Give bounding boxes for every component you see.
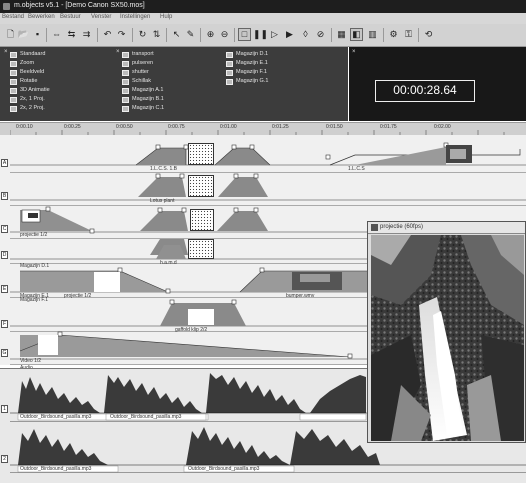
object-item[interactable]: shutter	[122, 69, 149, 76]
cursor-icon[interactable]: ↖	[170, 28, 183, 41]
projection-title: projectie (60fps)	[380, 224, 424, 230]
open-icon[interactable]: 📂	[17, 28, 30, 41]
save-icon[interactable]: ▪	[31, 28, 44, 41]
clip-thumbnail[interactable]	[188, 175, 214, 197]
track-title: Magazijn D.1	[20, 263, 50, 269]
object-item[interactable]: Magazijn G.1	[226, 78, 268, 85]
menu-bewerken[interactable]: Bewerken	[28, 14, 55, 20]
object-item[interactable]: 2x, 2 Proj.	[10, 105, 45, 112]
clip-label: 1.L.C.S. 1.B	[150, 166, 177, 172]
clip-thumbnail[interactable]	[188, 143, 214, 165]
window-title: m.objects v5.1 - [Demo Canon SX50.mos]	[14, 2, 145, 9]
waterfall-picture	[371, 235, 524, 441]
key-icon[interactable]: ⚿	[402, 28, 415, 41]
timeline-icon[interactable]: ▦	[335, 28, 348, 41]
audio-clip-label: Outdoor_Birdsound_pasilla.mp3	[110, 414, 182, 420]
close-icon[interactable]: ×	[4, 49, 8, 55]
undo-icon[interactable]: ↶	[101, 28, 114, 41]
new-file-icon[interactable]: 🗋	[4, 28, 17, 41]
close-icon[interactable]: ×	[116, 49, 120, 55]
object-item[interactable]: Standaard	[10, 51, 45, 58]
audio-clip-label: Outdoor_Birdsound_pasilla.mp3	[188, 466, 260, 472]
clip-label: projectie 1/2	[20, 232, 48, 238]
sync-icon[interactable]: ⇅	[150, 28, 163, 41]
object-item[interactable]: Magazijn C.1	[122, 105, 164, 112]
object-item[interactable]: 3D Animatie	[10, 87, 50, 94]
menu-instellingen[interactable]: Instellingen	[120, 14, 150, 20]
track-title: Magazijn F.1	[20, 297, 49, 303]
clip-label: h.a.m.d	[160, 260, 177, 266]
play-icon[interactable]: ▷	[268, 28, 281, 41]
projector-icon	[371, 224, 378, 231]
clip-label: projectie 1/2	[64, 293, 92, 299]
menu-bar: Bestand Bewerken Bestuur Venster Instell…	[0, 13, 526, 24]
object-item[interactable]: Rotatie	[10, 78, 37, 85]
clip-label: Lotus plant	[150, 198, 175, 204]
pen-icon[interactable]: ✎	[184, 28, 197, 41]
track-label: Video 1/2	[20, 358, 42, 364]
object-panel: × Standaard Zoom Beeldveld Rotatie 3D An…	[0, 47, 348, 121]
clip-label: bumper.wmv	[286, 293, 315, 299]
object-item[interactable]: 2x, 1 Proj.	[10, 96, 45, 103]
projection-titlebar[interactable]: projectie (60fps)	[368, 222, 525, 234]
timeline-ruler[interactable]: 0:00.10 0:00.25 0:00.50 0:00.75 0:01.00 …	[0, 122, 526, 136]
projection-window[interactable]: projectie (60fps)	[367, 221, 526, 443]
object-item[interactable]: Magazijn A.1	[122, 87, 164, 94]
clip-label: gaffold klip 2/2	[175, 327, 208, 333]
record-icon[interactable]: ▶	[283, 28, 296, 41]
split-icon[interactable]: ◧	[350, 28, 363, 41]
menu-venster[interactable]: Venster	[91, 14, 111, 20]
zoom-out-icon[interactable]: ⇆	[65, 28, 78, 41]
wrench-icon[interactable]: ⚙	[387, 28, 400, 41]
object-item[interactable]: pulseren	[122, 60, 153, 67]
pause-icon[interactable]: ❚❚	[253, 28, 268, 41]
title-bar: m.objects v5.1 - [Demo Canon SX50.mos]	[0, 0, 526, 13]
settings-icon[interactable]: ▥	[366, 28, 379, 41]
object-item[interactable]: Zoom	[10, 60, 34, 67]
audio-clip-label: Outdoor_Birdsound_pasilla.mp3	[20, 466, 92, 472]
object-item[interactable]: transport	[122, 51, 154, 58]
zoom-in-icon[interactable]: ⇔	[50, 28, 63, 41]
menu-bestand[interactable]: Bestand	[2, 14, 24, 20]
object-item[interactable]: Schillak	[122, 78, 151, 85]
redo-icon[interactable]: ↷	[115, 28, 128, 41]
loop-icon[interactable]: ↻	[136, 28, 149, 41]
toolbar: 🗋 📂 ▪ ⇔ ⇆ ⇉ ↶ ↷ ↻ ⇅ ↖ ✎ ⊕ ⊖ □ ❚❚ ▷ ▶ ◊ ⊘…	[0, 24, 526, 47]
close-icon[interactable]: ×	[352, 49, 356, 55]
menu-hulp[interactable]: Hulp	[160, 14, 172, 20]
clip-thumbnail[interactable]	[190, 209, 214, 231]
object-item[interactable]: Beeldveld	[10, 69, 44, 76]
audio-clip-label: Outdoor_Birdsound_pasilla.mp3	[20, 414, 92, 420]
clip-label: 1.L.C.S	[348, 166, 365, 172]
loop2-icon[interactable]: ⟲	[422, 28, 435, 41]
object-item[interactable]: Magazijn F.1	[226, 69, 267, 76]
zoom-tool-in-icon[interactable]: ⊕	[204, 28, 217, 41]
app-icon	[3, 3, 10, 10]
waterfall-image	[371, 235, 524, 441]
zoom-tool-out-icon[interactable]: ⊖	[218, 28, 231, 41]
lock-icon[interactable]: ◊	[299, 28, 312, 41]
grid-icon[interactable]: ⊘	[314, 28, 327, 41]
clip-thumbnail[interactable]	[188, 239, 214, 259]
object-item[interactable]: Magazijn B.1	[122, 96, 164, 103]
monitor-icon[interactable]: □	[238, 28, 251, 41]
timecode-display: 00:00:28.64	[375, 80, 475, 102]
menu-bestuur[interactable]: Bestuur	[60, 14, 81, 20]
object-item[interactable]: Magazijn E.1	[226, 60, 268, 67]
object-item[interactable]: Magazijn D.1	[226, 51, 268, 58]
zoom-fit-icon[interactable]: ⇉	[80, 28, 93, 41]
